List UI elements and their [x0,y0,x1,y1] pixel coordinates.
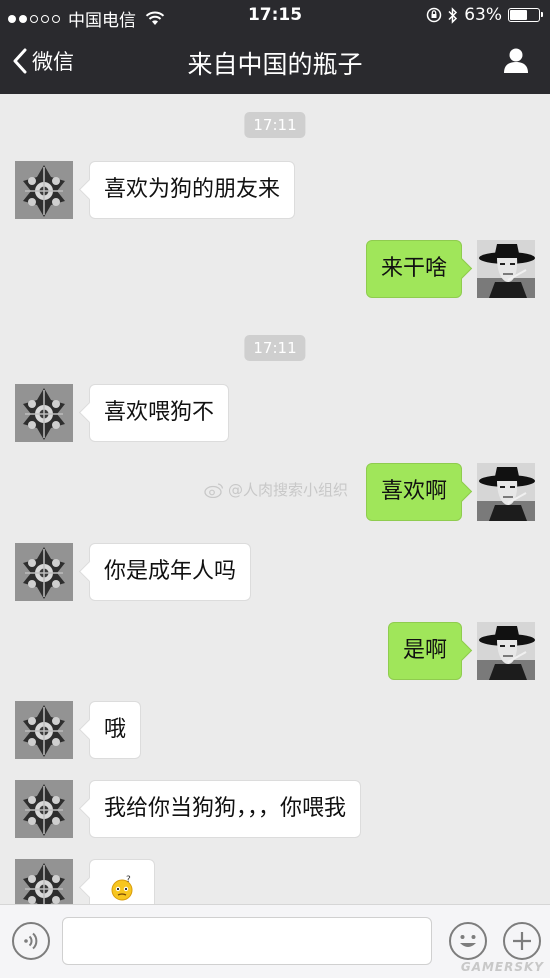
more-button[interactable] [503,922,541,960]
timestamp: 17:11 [244,112,306,138]
chat-area[interactable]: 17:11 喜欢为狗的朋友来 来干啥 17:11 喜欢喂狗不 @人肉搜索小组织 … [0,94,550,917]
avatar[interactable] [15,543,73,601]
status-bar: 中国电信 17:15 63% [0,0,550,31]
message-bubble[interactable]: 喜欢为狗的朋友来 [89,161,296,219]
voice-button[interactable] [12,922,50,960]
chat-title: 来自中国的瓶子 [187,50,363,79]
message-bubble[interactable]: 你是成年人吗 [89,543,252,601]
message-text: 我给你当狗狗，，，你喂我 [104,796,347,821]
message-bubble[interactable]: 来干啥 [365,240,462,298]
message-bubble[interactable]: 哦 [89,701,142,759]
message-text: 是啊 [402,638,447,663]
input-bar: GAMERSKY [0,904,550,978]
orientation-lock-icon [426,7,442,23]
message-input[interactable] [62,917,432,965]
plus-icon [513,932,531,950]
message-text: 你是成年人吗 [104,559,237,584]
avatar[interactable] [15,384,73,442]
watermark-text: @人肉搜索小组织 [228,481,349,499]
smiley-icon [460,935,476,947]
message-text: 来干啥 [380,256,447,281]
avatar[interactable] [15,701,73,759]
avatar[interactable] [15,780,73,838]
emoji-button[interactable] [449,922,487,960]
message-text: 喜欢啊 [380,479,447,504]
battery-percent: 63% [464,5,502,25]
message-bubble[interactable]: 我给你当狗狗，，，你喂我 [89,780,362,838]
chat-info-button[interactable] [502,46,530,78]
message-text: 喜欢为狗的朋友来 [104,177,281,202]
gamersky-watermark: GAMERSKY [460,960,544,974]
person-icon [504,48,528,73]
bluetooth-icon [448,6,458,24]
confused-emoji-icon: ? [111,875,133,901]
message-text: 喜欢喂狗不 [104,400,215,425]
avatar[interactable] [477,463,535,521]
nav-bar: 微信 来自中国的瓶子 [0,30,550,94]
battery-fill [510,10,527,20]
weibo-icon [204,482,224,498]
avatar[interactable] [477,622,535,680]
svg-text:?: ? [126,875,131,885]
message-bubble[interactable]: 喜欢喂狗不 [89,384,230,442]
battery-icon [508,8,543,22]
timestamp: 17:11 [244,335,306,361]
avatar[interactable] [477,240,535,298]
message-bubble[interactable]: 喜欢啊 [365,463,462,521]
message-bubble[interactable]: 是啊 [387,622,462,680]
voice-icon [24,932,38,950]
message-text: 哦 [104,717,127,742]
avatar[interactable] [15,161,73,219]
watermark: @人肉搜索小组织 [204,479,348,500]
